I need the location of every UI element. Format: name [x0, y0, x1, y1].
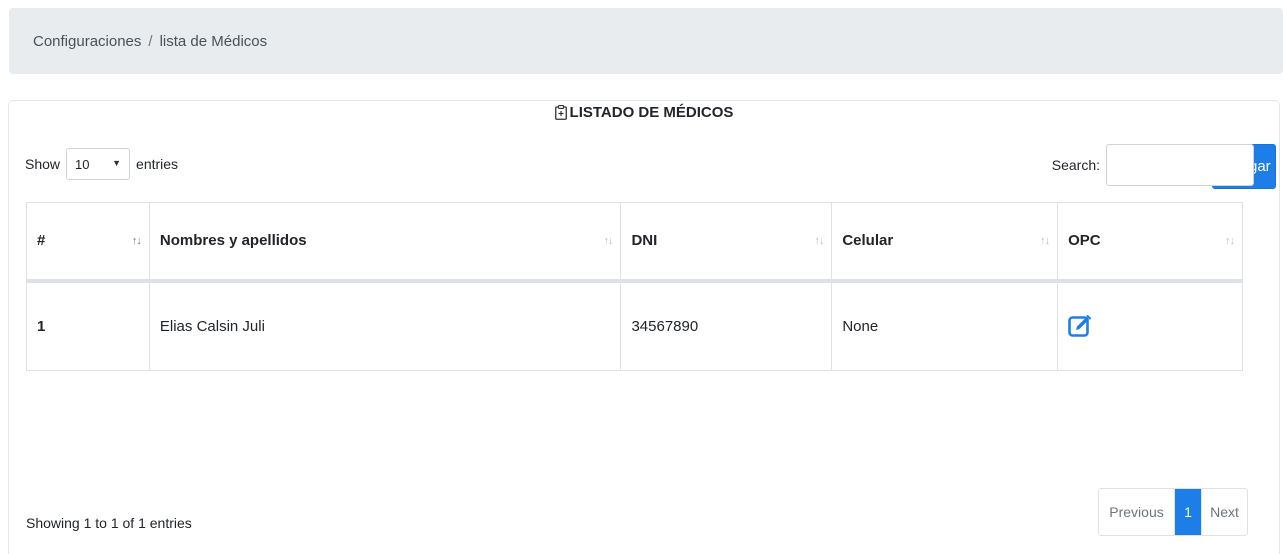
column-header-dni[interactable]: DNI ↑↓ — [620, 202, 833, 283]
edit-icon[interactable] — [1068, 314, 1092, 338]
column-header-label: # — [37, 232, 46, 250]
column-header-celular[interactable]: Celular ↑↓ — [831, 202, 1059, 283]
page: Configuraciones / lista de Médicos LISTA… — [0, 0, 1283, 554]
search-label: Search: — [1051, 157, 1100, 173]
pagination-previous[interactable]: Previous — [1099, 489, 1175, 535]
column-header-label: Nombres y apellidos — [159, 232, 307, 250]
sort-icon: ↑↓ — [814, 234, 824, 247]
card-title-text: LISTADO DE MÉDICOS — [569, 104, 734, 121]
sort-icon: ↑↓ — [131, 234, 142, 247]
breadcrumb: Configuraciones / lista de Médicos — [9, 8, 1283, 74]
length-suffix-label: entries — [136, 156, 179, 172]
search-control: Search: — [1052, 144, 1254, 186]
pagination-page-1[interactable]: 1 — [1175, 489, 1201, 535]
cell-nombre: Elias Calsin Juli — [148, 280, 622, 371]
entries-length-control: Show 10 ▼ entries — [25, 148, 178, 180]
card-title: LISTADO DE MÉDICOS — [9, 104, 1279, 121]
column-header-label: Celular — [842, 232, 894, 250]
table-header-row: # ↑↓ Nombres y apellidos ↑↓ DNI ↑↓ Celul… — [26, 202, 1243, 283]
entries-select-value: 10 — [75, 156, 90, 172]
cell-celular: None — [831, 280, 1059, 371]
cell-num: 1 — [26, 280, 150, 371]
cell-opc — [1057, 280, 1243, 371]
breadcrumb-item-current: lista de Médicos — [159, 32, 268, 50]
sort-icon: ↑↓ — [1040, 234, 1050, 247]
column-header-label: OPC — [1068, 232, 1101, 250]
table-row: 1 Elias Calsin Juli 34567890 None — [26, 280, 1243, 371]
breadcrumb-separator: / — [148, 32, 153, 50]
search-input[interactable] — [1106, 144, 1254, 186]
length-prefix-label: Show — [25, 156, 61, 172]
breadcrumb-item-configuraciones[interactable]: Configuraciones — [33, 33, 141, 50]
chevron-down-icon: ▼ — [112, 158, 122, 168]
clipboard-icon — [554, 105, 567, 120]
column-header-nombres[interactable]: Nombres y apellidos ↑↓ — [148, 202, 622, 283]
medicos-table: # ↑↓ Nombres y apellidos ↑↓ DNI ↑↓ Celul… — [26, 202, 1243, 371]
column-header-opc[interactable]: OPC ↑↓ — [1057, 202, 1243, 283]
entries-select[interactable]: 10 ▼ — [66, 148, 131, 180]
sort-icon: ↑↓ — [1225, 234, 1235, 247]
column-header-num[interactable]: # ↑↓ — [26, 202, 150, 283]
pagination: Previous 1 Next — [1098, 488, 1248, 536]
table-info: Showing 1 to 1 of 1 entries — [26, 515, 192, 531]
column-header-label: DNI — [631, 232, 658, 250]
cell-dni: 34567890 — [620, 280, 833, 371]
sort-icon: ↑↓ — [603, 234, 613, 247]
pagination-next[interactable]: Next — [1201, 489, 1247, 535]
